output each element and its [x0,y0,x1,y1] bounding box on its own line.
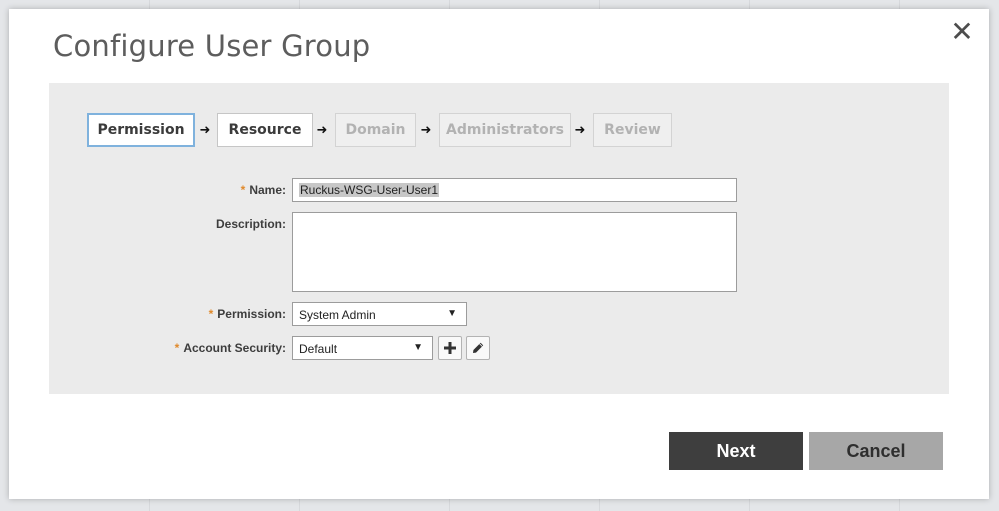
required-mark: * [208,307,214,321]
account-security-select[interactable]: Default ▼ [292,336,433,360]
plus-icon [444,342,456,354]
edit-account-security-button[interactable] [466,336,490,360]
permission-label-text: Permission: [217,307,286,321]
permission-label: * Permission: [149,307,286,321]
close-icon[interactable]: ✕ [949,18,975,46]
step-resource[interactable]: Resource [217,113,313,147]
account-security-selected-value: Default [299,342,338,356]
account-security-label: * Account Security: [109,341,286,355]
description-textarea[interactable] [292,212,737,292]
name-input[interactable]: Ruckus-WSG-User-User1 [292,178,737,202]
permission-selected-value: System Admin [299,308,376,322]
required-mark: * [174,341,180,355]
name-value: Ruckus-WSG-User-User1 [299,183,440,197]
arrow-right-icon: ➜ [316,122,328,138]
pencil-icon [473,342,484,353]
step-review: Review [593,113,672,147]
description-label: Description: [215,217,286,231]
configure-user-group-dialog: Configure User Group ✕ Permission ➜ Reso… [9,9,989,499]
step-administrators: Administrators [439,113,571,147]
arrow-right-icon: ➜ [574,122,586,138]
required-mark: * [240,183,246,197]
form-panel: Permission ➜ Resource ➜ Domain ➜ Adminis… [49,83,949,394]
arrow-right-icon: ➜ [420,122,432,138]
account-security-label-text: Account Security: [183,341,286,355]
add-account-security-button[interactable] [438,336,462,360]
step-permission[interactable]: Permission [87,113,195,147]
caret-down-icon: ▼ [413,342,423,353]
name-label-text: Name: [249,183,286,197]
caret-down-icon: ▼ [447,308,457,319]
name-label: * Name: [149,183,286,197]
permission-select[interactable]: System Admin ▼ [292,302,467,326]
step-domain: Domain [335,113,416,147]
next-button[interactable]: Next [669,432,803,470]
arrow-right-icon: ➜ [199,122,211,138]
cancel-button[interactable]: Cancel [809,432,943,470]
dialog-title: Configure User Group [53,29,371,63]
